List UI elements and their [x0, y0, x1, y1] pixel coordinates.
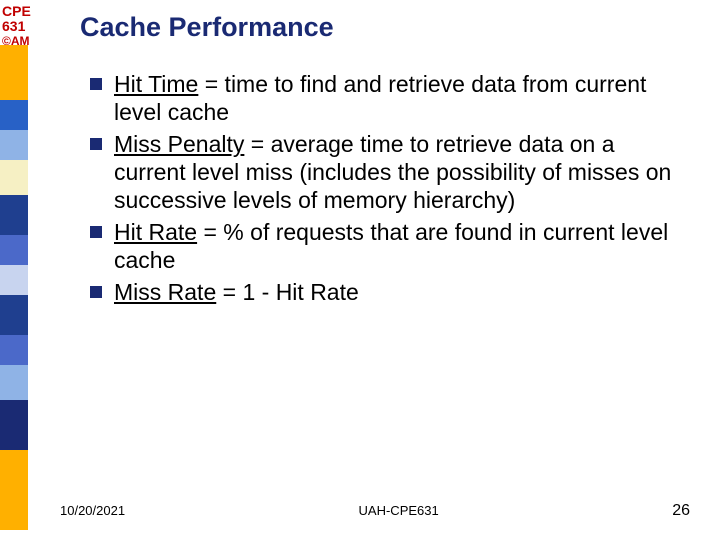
deco-block: [0, 130, 28, 160]
deco-block: [0, 335, 28, 365]
deco-block: [0, 400, 28, 450]
course-code-line2: 631: [2, 19, 31, 34]
bullet-square-icon: [90, 78, 102, 90]
bullet-square-icon: [90, 226, 102, 238]
bullet-square-icon: [90, 138, 102, 150]
bullet-term: Hit Time: [114, 71, 198, 97]
bullet-text: Miss Penalty = average time to retrieve …: [114, 130, 690, 214]
bullet-text: Hit Time = time to find and retrieve dat…: [114, 70, 690, 126]
deco-block: [0, 450, 28, 530]
bullet-text: Miss Rate = 1 - Hit Rate: [114, 278, 690, 306]
bullet-term: Miss Rate: [114, 279, 216, 305]
bullet-term: Miss Penalty: [114, 131, 244, 157]
slide-title: Cache Performance: [80, 12, 334, 43]
bullet-item: Miss Penalty = average time to retrieve …: [90, 130, 690, 214]
deco-block: [0, 45, 28, 100]
deco-block: [0, 195, 28, 235]
bullet-item: Hit Rate = % of requests that are found …: [90, 218, 690, 274]
slide-body: Hit Time = time to find and retrieve dat…: [90, 70, 690, 310]
deco-block: [0, 100, 28, 130]
footer-page-number: 26: [672, 502, 690, 520]
deco-block: [0, 235, 28, 265]
footer-center: UAH-CPE631: [359, 503, 439, 518]
bullet-rest: = % of requests that are found in curren…: [114, 219, 668, 273]
bullet-square-icon: [90, 286, 102, 298]
bullet-term: Hit Rate: [114, 219, 197, 245]
footer-date: 10/20/2021: [60, 503, 125, 518]
slide-footer: 10/20/2021 UAH-CPE631 26: [60, 502, 690, 520]
bullet-item: Miss Rate = 1 - Hit Rate: [90, 278, 690, 306]
bullet-rest: = 1 - Hit Rate: [216, 279, 359, 305]
deco-block: [0, 160, 28, 195]
deco-block: [0, 365, 28, 400]
course-label: CPE 631 ©AM: [2, 4, 31, 49]
bullet-text: Hit Rate = % of requests that are found …: [114, 218, 690, 274]
deco-block: [0, 265, 28, 295]
course-code-line1: CPE: [2, 4, 31, 19]
decorative-sidebar: [0, 45, 28, 530]
bullet-item: Hit Time = time to find and retrieve dat…: [90, 70, 690, 126]
slide: CPE 631 ©AM Cache Performance Hit Time =…: [0, 0, 720, 540]
deco-block: [0, 295, 28, 335]
